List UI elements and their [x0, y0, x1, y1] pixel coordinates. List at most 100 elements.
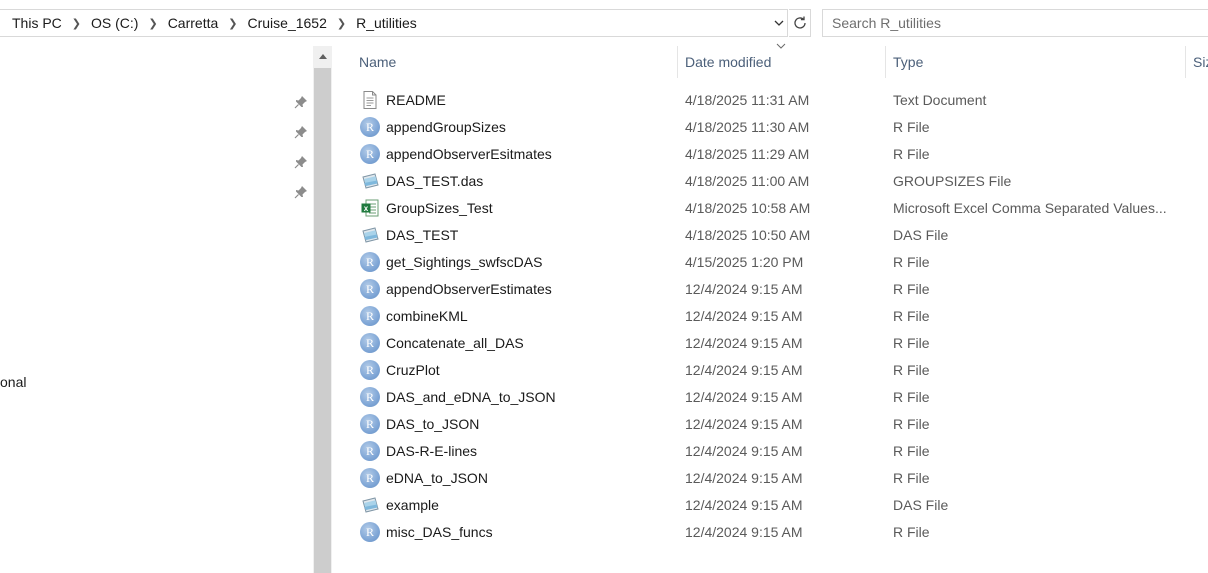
pin-icon[interactable] [294, 125, 308, 139]
scrollbar-thumb[interactable] [314, 68, 331, 573]
file-type: R File [893, 416, 930, 432]
column-header-date-modified[interactable]: Date modified [685, 46, 885, 78]
file-type: DAS File [893, 497, 949, 513]
file-name[interactable]: eDNA_to_JSON [386, 470, 488, 486]
file-type: R File [893, 443, 930, 459]
file-name[interactable]: DAS_TEST [386, 227, 458, 243]
file-row[interactable]: Rmisc_DAS_funcs 12/4/2024 9:15 AM R File [332, 519, 1208, 546]
r-logo-icon: R [360, 468, 380, 488]
file-name[interactable]: combineKML [386, 308, 468, 324]
file-date-modified: 12/4/2024 9:15 AM [685, 416, 803, 432]
file-row[interactable]: example 12/4/2024 9:15 AM DAS File [332, 492, 1208, 519]
r-file-icon: R [360, 387, 380, 407]
search-box[interactable] [822, 9, 1208, 37]
file-date-modified: 4/18/2025 11:30 AM [685, 119, 810, 135]
file-row[interactable]: RappendObserverEsitmates 4/18/2025 11:29 … [332, 141, 1208, 168]
r-file-icon: R [360, 414, 380, 434]
file-row[interactable]: DAS_TEST.das 4/18/2025 11:00 AM GROUPSIZES… [332, 168, 1208, 195]
refresh-icon[interactable] [789, 9, 811, 37]
file-row[interactable]: R DAS_and_eDNA_to_JSON 12/4/2024 9:15 AM R … [332, 384, 1208, 411]
file-row[interactable]: R DAS-R-E-lines 12/4/2024 9:15 AM R File [332, 438, 1208, 465]
column-divider[interactable] [1185, 46, 1186, 78]
pin-icon[interactable] [294, 155, 308, 169]
file-row[interactable]: R DAS_to_JSON 12/4/2024 9:15 AM R File [332, 411, 1208, 438]
pin-icon[interactable] [294, 185, 308, 199]
column-header-size[interactable]: Siz [1193, 46, 1208, 78]
breadcrumb-os-c[interactable]: OS (C:) [89, 15, 140, 31]
column-divider[interactable] [885, 46, 886, 78]
file-type: R File [893, 254, 930, 270]
file-name[interactable]: misc_DAS_funcs [386, 524, 493, 540]
file-name[interactable]: appendGroupSizes [386, 119, 506, 135]
file-name[interactable]: Concatenate_all_DAS [386, 335, 524, 351]
file-type: R File [893, 308, 930, 324]
file-name[interactable]: README [386, 92, 446, 108]
file-name[interactable]: DAS-R-E-lines [386, 443, 477, 459]
file-row[interactable]: RappendObserverEstimates 12/4/2024 9:15 A… [332, 276, 1208, 303]
file-row[interactable]: x GroupSizes_Test 4/18/2025 10:58 AM Micros… [332, 195, 1208, 222]
das-file-icon [360, 171, 380, 191]
file-name[interactable]: DAS_to_JSON [386, 416, 479, 432]
chevron-right-icon[interactable]: ❯ [140, 17, 165, 30]
file-type: DAS File [893, 227, 949, 243]
file-type: Microsoft Excel Comma Separated Values..… [893, 200, 1167, 216]
r-logo-icon: R [360, 522, 380, 542]
file-name[interactable]: get_Sightings_swfscDAS [386, 254, 542, 270]
file-name[interactable]: appendObserverEsitmates [386, 146, 552, 162]
r-file-icon: R [360, 144, 380, 164]
das-file-icon [360, 225, 380, 245]
file-date-modified: 12/4/2024 9:15 AM [685, 497, 803, 513]
chevron-down-icon[interactable] [772, 14, 786, 32]
chevron-right-icon[interactable]: ❯ [220, 17, 245, 30]
file-name[interactable]: CruzPlot [386, 362, 440, 378]
pin-icon[interactable] [294, 95, 308, 109]
nav-scrollbar[interactable] [313, 46, 332, 573]
scroll-up-arrow-icon[interactable] [313, 46, 332, 68]
file-name[interactable]: example [386, 497, 439, 513]
file-type: R File [893, 335, 930, 351]
file-name[interactable]: DAS_TEST.das [386, 173, 483, 189]
chevron-right-icon[interactable]: ❯ [329, 17, 354, 30]
breadcrumb-r-utilities[interactable]: R_utilities [354, 15, 419, 31]
file-row[interactable]: R CruzPlot 12/4/2024 9:15 AM R File [332, 357, 1208, 384]
file-date-modified: 12/4/2024 9:15 AM [685, 335, 803, 351]
column-header-name[interactable]: Name [359, 46, 677, 78]
file-row[interactable]: DAS_TEST 4/18/2025 10:50 AM DAS File [332, 222, 1208, 249]
file-row[interactable]: R Concatenate_all_DAS 12/4/2024 9:15 AM R F… [332, 330, 1208, 357]
file-date-modified: 4/15/2025 1:20 PM [685, 254, 804, 270]
breadcrumb-this-pc[interactable]: This PC [0, 15, 64, 31]
file-row[interactable]: RcombineKML 12/4/2024 9:15 AM R File [332, 303, 1208, 330]
file-type: R File [893, 146, 930, 162]
chevron-right-icon[interactable]: ❯ [64, 17, 89, 30]
r-logo-icon: R [360, 117, 380, 137]
r-logo-icon: R [360, 306, 380, 326]
file-type: R File [893, 281, 930, 297]
r-file-icon: R [360, 306, 380, 326]
file-row[interactable]: RappendGroupSizes 4/18/2025 11:30 AM R Fil… [332, 114, 1208, 141]
file-row[interactable]: Rget_Sightings_swfscDAS 4/15/2025 1:20 PM… [332, 249, 1208, 276]
file-name[interactable]: appendObserverEstimates [386, 281, 552, 297]
column-divider[interactable] [677, 46, 678, 78]
nav-item-partial-label[interactable]: onal [0, 374, 26, 390]
file-type: R File [893, 362, 930, 378]
r-logo-icon: R [360, 252, 380, 272]
file-name[interactable]: GroupSizes_Test [386, 200, 493, 216]
r-logo-icon: R [360, 144, 380, 164]
file-row[interactable]: README 4/18/2025 11:31 AM Text Document [332, 87, 1208, 114]
address-bar[interactable]: This PC ❯ OS (C:) ❯ Carretta ❯ Cruise_16… [0, 9, 788, 37]
search-input[interactable] [832, 15, 1208, 31]
file-date-modified: 4/18/2025 11:00 AM [685, 173, 810, 189]
breadcrumb-cruise[interactable]: Cruise_1652 [245, 15, 328, 31]
breadcrumb-carretta[interactable]: Carretta [166, 15, 221, 31]
r-file-icon: R [360, 360, 380, 380]
file-row[interactable]: ReDNA_to_JSON 12/4/2024 9:15 AM R File [332, 465, 1208, 492]
column-header-type[interactable]: Type [893, 46, 1185, 78]
file-type: R File [893, 389, 930, 405]
navigation-pane: onal [0, 46, 313, 573]
file-date-modified: 12/4/2024 9:15 AM [685, 389, 803, 405]
file-type: Text Document [893, 92, 987, 108]
file-name[interactable]: DAS_and_eDNA_to_JSON [386, 389, 556, 405]
r-logo-icon: R [360, 414, 380, 434]
file-date-modified: 12/4/2024 9:15 AM [685, 308, 803, 324]
r-file-icon: R [360, 252, 380, 272]
